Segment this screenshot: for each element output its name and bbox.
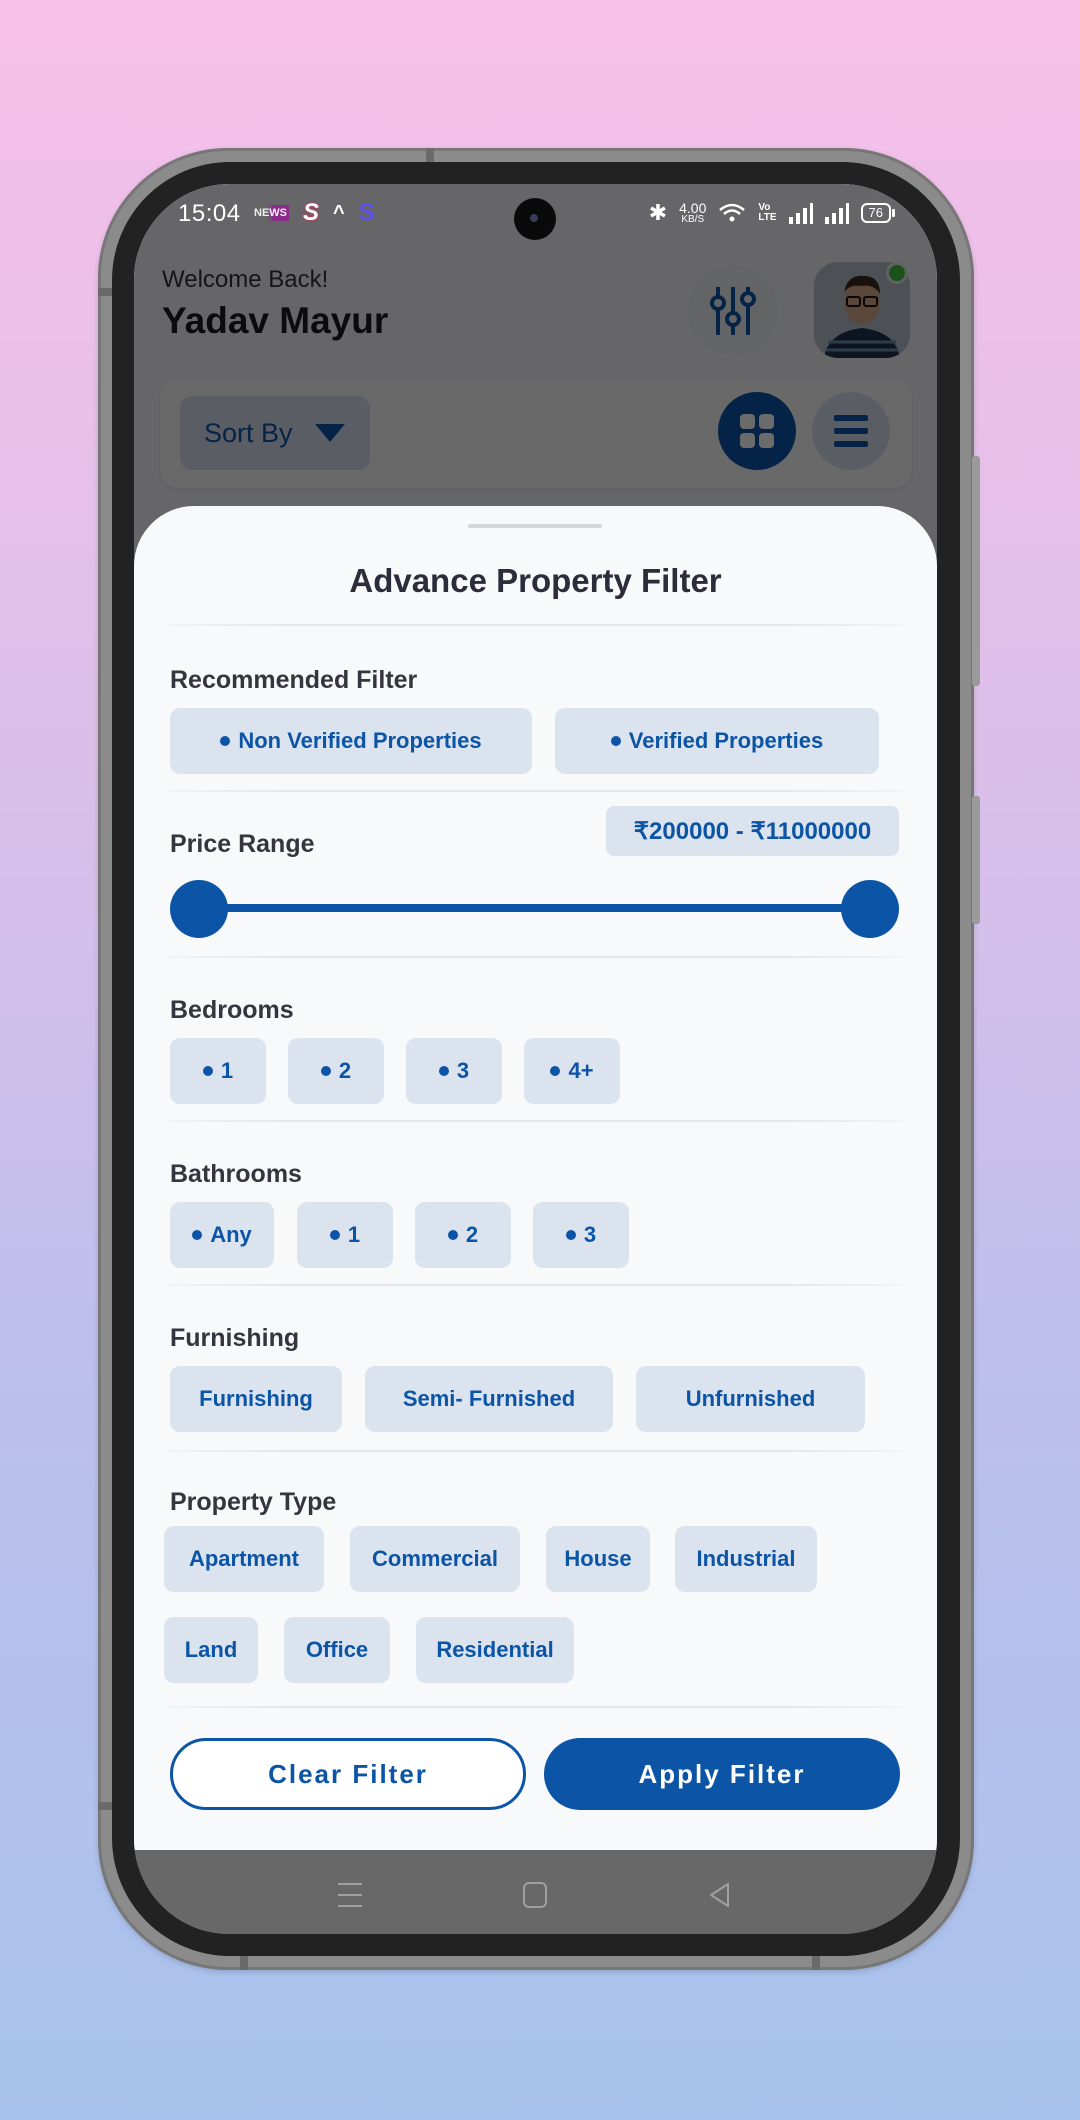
signal-icon-sim2 — [824, 203, 849, 224]
apply-filter-button[interactable]: Apply Filter — [544, 1738, 900, 1810]
filter-bottom-sheet: Advance Property Filter Recommended Filt… — [134, 506, 937, 1850]
recommended-filter-label: Recommended Filter — [170, 666, 418, 694]
chip-apartment[interactable]: Apartment — [164, 1526, 324, 1592]
battery-level: 76 — [860, 203, 891, 223]
chip-verified-properties[interactable]: Verified Properties — [555, 708, 879, 774]
chip-bedrooms-4-plus[interactable]: 4+ — [524, 1038, 620, 1104]
network-speed: 4.00 KB/S — [679, 200, 707, 225]
chip-bathrooms-any[interactable]: Any — [170, 1202, 274, 1268]
s-app-blue-icon: S — [358, 199, 375, 226]
chip-office[interactable]: Office — [284, 1617, 390, 1683]
home-icon[interactable] — [522, 1882, 548, 1908]
bullet-icon — [438, 1066, 449, 1076]
front-camera — [514, 198, 556, 240]
chip-bedrooms-3[interactable]: 3 — [406, 1038, 502, 1104]
system-icons: ✱ 4.00 KB/S Vo LTE 76 — [649, 198, 895, 228]
chip-semi-furnished[interactable]: Semi- Furnished — [365, 1366, 613, 1432]
bullet-icon — [610, 736, 621, 746]
frame-antenna-line — [98, 288, 112, 296]
bullet-icon — [202, 1066, 213, 1076]
power-button — [972, 796, 980, 924]
chip-commercial[interactable]: Commercial — [350, 1526, 520, 1592]
bullet-icon — [550, 1066, 561, 1076]
price-range-label: Price Range — [170, 830, 315, 858]
s-app-red-icon: S — [303, 199, 320, 226]
system-navigation-bar — [134, 1850, 937, 1934]
bullet-icon — [220, 736, 231, 746]
bullet-icon — [320, 1066, 331, 1076]
bluetooth-icon: ✱ — [648, 200, 668, 225]
news-app-icon: NEWS — [252, 205, 289, 221]
frame-antenna-line — [98, 1802, 112, 1810]
divider — [168, 624, 903, 626]
signal-icon-sim1 — [788, 203, 813, 224]
bullet-icon — [329, 1230, 340, 1240]
price-range-value: ₹200000 - ₹11000000 — [606, 806, 899, 856]
chip-industrial[interactable]: Industrial — [675, 1526, 817, 1592]
price-slider-min-thumb[interactable] — [170, 880, 228, 938]
price-slider-track[interactable] — [190, 904, 880, 912]
divider — [168, 1120, 903, 1122]
chip-unfurnished[interactable]: Unfurnished — [636, 1366, 865, 1432]
frame-antenna-line — [812, 1956, 820, 1970]
chip-bathrooms-2[interactable]: 2 — [415, 1202, 511, 1268]
divider — [168, 1706, 903, 1708]
wifi-icon — [719, 203, 746, 222]
property-type-label: Property Type — [170, 1488, 337, 1516]
chip-land[interactable]: Land — [164, 1617, 258, 1683]
divider — [168, 956, 903, 958]
chevron-up-icon: ^ — [333, 201, 345, 224]
bathrooms-label: Bathrooms — [170, 1160, 302, 1188]
chip-furnishing[interactable]: Furnishing — [170, 1366, 342, 1432]
battery-icon: 76 — [860, 203, 895, 223]
price-slider-max-thumb[interactable] — [841, 880, 899, 938]
bedrooms-label: Bedrooms — [170, 996, 294, 1024]
bullet-icon — [565, 1230, 576, 1240]
volte-icon: Vo LTE — [758, 202, 777, 223]
divider — [168, 1284, 903, 1286]
phone-screen: Welcome Back! Yadav Mayur — [134, 184, 937, 1934]
sheet-drag-handle[interactable] — [468, 524, 602, 528]
furnishing-label: Furnishing — [170, 1324, 300, 1352]
chip-non-verified-properties[interactable]: Non Verified Properties — [170, 708, 532, 774]
volume-button — [972, 456, 980, 686]
chip-house[interactable]: House — [546, 1526, 650, 1592]
bullet-icon — [447, 1230, 458, 1240]
recent-apps-icon[interactable] — [338, 1882, 362, 1908]
bullet-icon — [192, 1230, 203, 1240]
sheet-title: Advance Property Filter — [349, 562, 722, 599]
chip-residential[interactable]: Residential — [416, 1617, 574, 1683]
clear-filter-button[interactable]: Clear Filter — [170, 1738, 526, 1810]
divider — [168, 790, 903, 792]
chip-bathrooms-3[interactable]: 3 — [533, 1202, 629, 1268]
back-icon[interactable] — [708, 1882, 730, 1908]
status-time: 15:04 — [178, 200, 241, 227]
status-bar: 15:04 NEWS S ^ S ✱ 4.00 KB/S Vo LTE 76 — [134, 184, 937, 246]
chip-bedrooms-2[interactable]: 2 — [288, 1038, 384, 1104]
divider — [168, 1450, 903, 1452]
chip-bedrooms-1[interactable]: 1 — [170, 1038, 266, 1104]
notification-icons: NEWS S ^ S — [252, 198, 375, 228]
frame-antenna-line — [240, 1956, 248, 1970]
chip-bathrooms-1[interactable]: 1 — [297, 1202, 393, 1268]
